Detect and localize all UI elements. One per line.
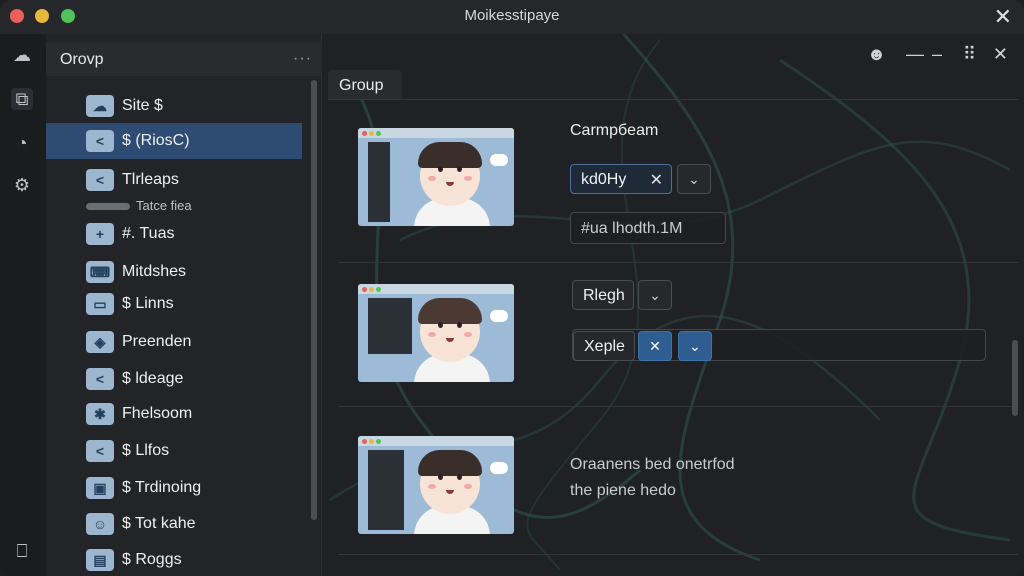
thumbnail-image: [358, 128, 514, 226]
option-button[interactable]: Rlegh: [572, 280, 634, 310]
sidebar-item-label: $ ldeage: [122, 370, 184, 387]
row-divider: [338, 554, 1018, 555]
row-divider: [338, 406, 1018, 407]
sidebar-item[interactable]: < Tlrleaps: [46, 162, 302, 198]
gear-icon[interactable]: ⚙: [11, 174, 33, 196]
sidebar-item[interactable]: ▣ $ Trdinoing: [46, 470, 302, 506]
sidebar-item[interactable]: < $ Llfos: [46, 433, 302, 469]
sub-pill: [86, 203, 130, 210]
title-bar: Moikesstipaye ✕: [0, 0, 1024, 34]
sidebar-item[interactable]: ▤ $ Roggs: [46, 542, 302, 576]
sidebar-item-label: $ Trdinoing: [122, 479, 202, 496]
window-title: Moikesstipaye: [464, 7, 560, 24]
more-icon[interactable]: ···: [293, 50, 312, 68]
sidebar-item-label: $ Llfos: [122, 442, 170, 459]
share-icon: <: [86, 169, 114, 191]
sidebar-item-label: $ (RiosC): [122, 132, 190, 149]
thumbnail-image: [358, 436, 514, 534]
description-line: Oraanens bed onetrfod: [570, 456, 735, 473]
tab-group[interactable]: Group: [328, 70, 402, 100]
gear-icon: ✱: [86, 403, 114, 425]
sidebar-sub-label: Tatce fiea: [136, 198, 192, 213]
share-icon: <: [86, 440, 114, 462]
text-input[interactable]: #ua lhodth.1M: [570, 212, 726, 244]
monitor-icon: ▣: [86, 477, 114, 499]
sidebar-item[interactable]: ◈ Preenden: [46, 324, 302, 360]
dropdown-button[interactable]: ⌄: [638, 280, 672, 310]
sidebar-item[interactable]: < $ (RiosC): [46, 123, 302, 159]
sidebar-item-label: $ Roggs: [122, 551, 182, 568]
selected-chip-label: Xeple: [584, 338, 625, 355]
dropdown-button[interactable]: ⌄: [677, 164, 711, 194]
field-title: Carmpбeam: [570, 122, 659, 139]
description-line: the piene hedo: [570, 482, 676, 499]
clear-button[interactable]: ✕: [638, 331, 672, 361]
sidebar-item-label: Site $: [122, 97, 163, 114]
window-icon: ▤: [86, 549, 114, 571]
person-icon: ☺: [86, 513, 114, 535]
tab-label: Group: [339, 77, 384, 94]
sidebar-item[interactable]: < $ ldeage: [46, 361, 302, 397]
close-icon[interactable]: ✕: [650, 170, 663, 190]
sidebar-item[interactable]: ▭ $ Linns: [46, 286, 302, 322]
truck-icon: ▭: [86, 293, 114, 315]
sidebar-item-label: $ Tot kahe: [122, 515, 196, 532]
sidebar-item[interactable]: ☁ Site $: [46, 88, 302, 124]
selected-chip[interactable]: Xeple: [573, 331, 635, 361]
document-icon[interactable]: ⎕: [11, 540, 33, 562]
tag-chip[interactable]: kd0Hy ✕: [570, 164, 672, 194]
app-window: Moikesstipaye ✕ ☁ ⧉ ◔ ⚙ ⎕ Orovp ··· ☁ Si…: [0, 0, 1024, 576]
sidebar-item-label: Tlrleaps: [122, 171, 179, 188]
dash-icon[interactable]: –: [932, 44, 942, 65]
left-rail: ☁ ⧉ ◔ ⚙ ⎕: [0, 34, 46, 576]
plus-icon: +: [86, 223, 114, 245]
keyboard-icon: ⌨: [86, 261, 114, 283]
sidebar-item-label: Fhelsoom: [122, 405, 193, 422]
grid-icon[interactable]: ⠿: [963, 44, 976, 65]
sidebar-scrollbar[interactable]: [311, 80, 317, 520]
sidebar-item-label: Preenden: [122, 333, 192, 350]
minimize-icon[interactable]: —: [906, 44, 924, 65]
shield-icon: ◈: [86, 331, 114, 353]
description-text: Oraanens bed onetrfod the piene hedo: [570, 452, 735, 504]
sidebar-item-label: $ Linns: [122, 295, 174, 312]
dropdown-button[interactable]: ⌄: [678, 331, 712, 361]
sidebar-item-label: Mitdshes: [122, 263, 187, 280]
pie-chart-icon[interactable]: ◔: [11, 132, 33, 154]
sidebar-header: Orovp ···: [46, 42, 322, 76]
option-button-label: Rlegh: [583, 287, 625, 304]
share-icon: <: [86, 130, 114, 152]
chat-icon[interactable]: ☻: [867, 44, 886, 65]
row-divider: [338, 262, 1018, 263]
sidebar-item-label: #. Tuas: [122, 225, 175, 242]
share-icon: <: [86, 368, 114, 390]
sidebar-item[interactable]: ☺ $ Tot kahe: [46, 506, 302, 542]
thumbnail-image: [358, 284, 514, 382]
group-icon[interactable]: ☁: [11, 44, 33, 66]
cloud-icon: ☁: [86, 95, 114, 117]
main-scrollbar[interactable]: [1012, 340, 1018, 416]
main-panel: ☻ — – ⠿ ✕ Group Carmpбeam kd0Hy ✕ ⌄ #ua …: [322, 34, 1024, 576]
close-icon[interactable]: ✕: [994, 4, 1012, 30]
sidebar-header-label: Orovp: [60, 51, 104, 68]
tab-divider: [328, 99, 1018, 100]
sidebar-item[interactable]: ✱ Fhelsoom: [46, 396, 302, 432]
chip-label: kd0Hy: [581, 171, 627, 188]
input-value: #ua lhodth.1M: [581, 220, 683, 237]
sidebar-item[interactable]: ⌨ Mitdshes: [46, 254, 302, 290]
close-icon[interactable]: ✕: [993, 44, 1008, 65]
sidebar-item[interactable]: + #. Tuas: [46, 216, 302, 252]
sidebar: Orovp ··· ☁ Site $ < $ (RiosC) < Tlrleap…: [46, 34, 322, 576]
chart-icon[interactable]: ⧉: [11, 88, 33, 110]
sidebar-sub-row: Tatce fiea: [86, 198, 316, 214]
